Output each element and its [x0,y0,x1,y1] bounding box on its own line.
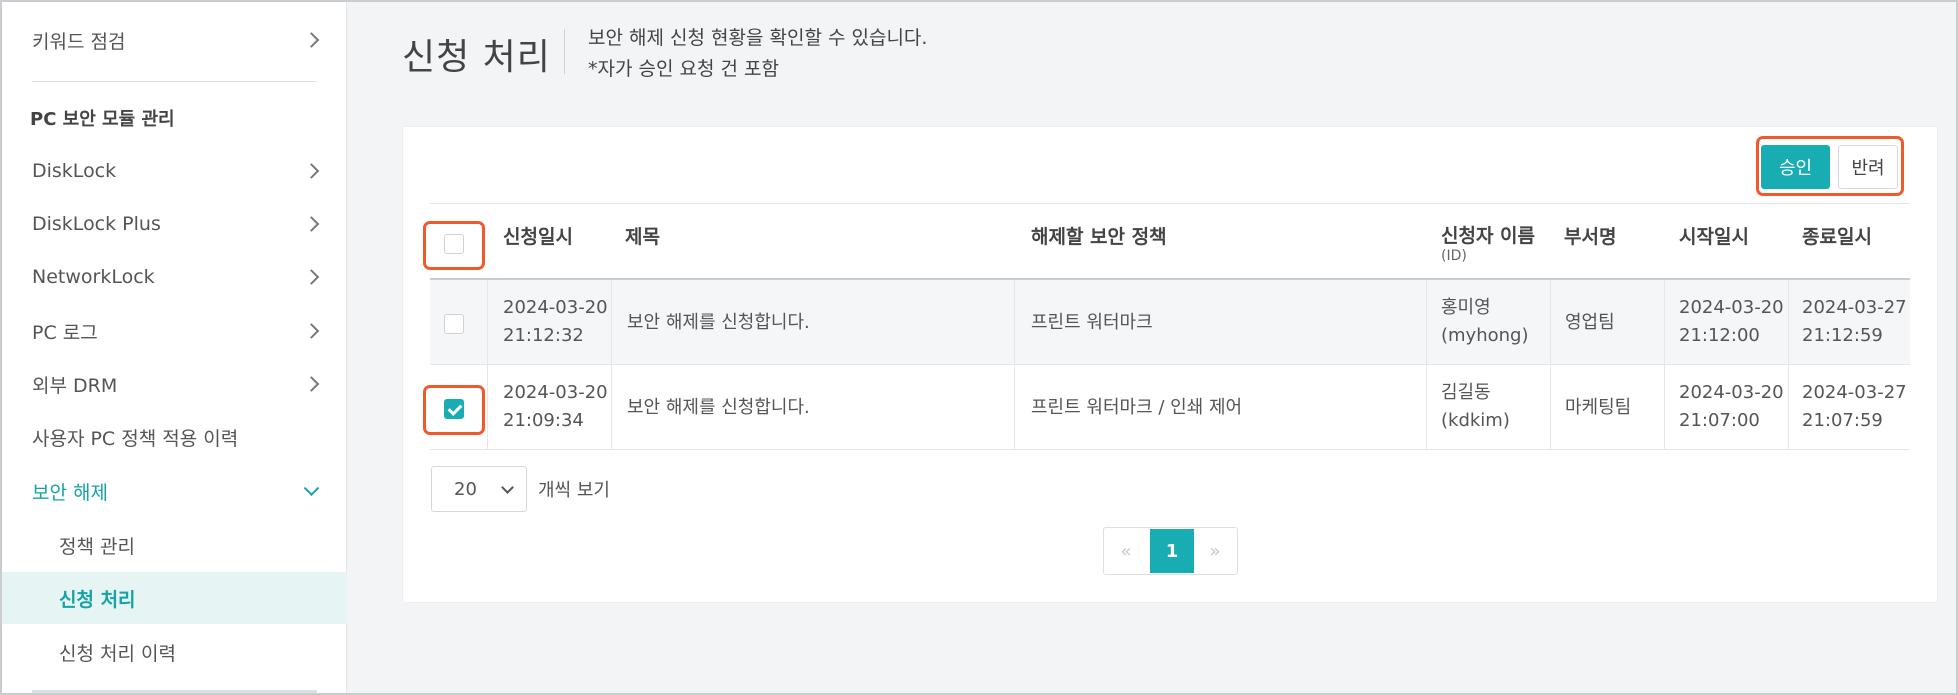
page-size-label: 개씩 보기 [538,480,610,501]
chevron-right-icon [303,269,320,285]
column-header-request-date[interactable]: 신청일시 [503,222,573,249]
chevron-right-icon [303,216,320,232]
row-applicant: 김길동 (kdkim) [1441,379,1510,435]
row-policy: 프린트 워터마크 / 인쇄 제어 [1031,397,1243,418]
column-header-end[interactable]: 종료일시 [1802,222,1872,249]
column-divider [611,280,612,450]
row-applicant-name: 홍미영 [1441,297,1491,318]
column-divider [1014,280,1015,450]
sidebar-item-label: 보안 해제 [32,481,108,504]
row-start-datetime: 2024-03-20 21:07:00 [1679,379,1784,435]
row-request-time: 21:12:32 [503,325,584,346]
sidebar-item-networklock[interactable]: NetworkLock [2,251,347,303]
page-size-select[interactable]: 20 [431,466,527,512]
sidebar-item-pc-log[interactable]: PC 로그 [2,305,347,357]
row-request-datetime: 2024-03-20 21:12:32 [503,294,608,350]
sidebar-item-label: PC 로그 [32,321,98,344]
sidebar: 키워드 점검 PC 보안 모듈 관리 DiskLock DiskLock Plu… [2,2,347,693]
chevron-down-icon [303,480,320,497]
sidebar-item-keyword-check[interactable]: 키워드 점검 [2,14,347,66]
sidebar-item-label: 외부 DRM [32,374,118,397]
column-header-title[interactable]: 제목 [625,222,660,249]
sidebar-item-label: 사용자 PC 정책 적용 이력 [32,427,239,450]
row-applicant-id: (myhong) [1441,325,1529,346]
column-divider [1426,280,1427,450]
row-end-date: 2024-03-27 [1802,382,1907,403]
row-checkbox[interactable] [444,314,464,334]
pagination-page-button[interactable]: 1 [1150,529,1194,573]
row-start-time: 21:12:00 [1679,325,1760,346]
column-header-policy[interactable]: 해제할 보안 정책 [1031,222,1167,249]
row-department: 마케팅팀 [1565,397,1632,418]
column-divider [1788,280,1789,450]
sidebar-item-security-release[interactable]: 보안 해제 [2,465,347,517]
row-end-time: 21:07:59 [1802,410,1883,431]
title-divider [564,29,565,74]
row-end-datetime: 2024-03-27 21:07:59 [1802,379,1907,435]
sidebar-item-label: 정책 관리 [59,535,135,558]
row-request-datetime: 2024-03-20 21:09:34 [503,379,608,435]
row-end-date: 2024-03-27 [1802,297,1907,318]
page-size-value: 20 [454,478,477,500]
page-description: 보안 해제 신청 현황을 확인할 수 있습니다. *자가 승인 요청 건 포함 [588,23,927,85]
column-divider [487,280,488,450]
row-end-time: 21:12:59 [1802,325,1883,346]
approve-button[interactable]: 승인 [1761,145,1830,189]
row-applicant-name: 김길동 [1441,382,1491,403]
pagination-next-button[interactable]: » [1193,528,1237,574]
chevron-right-icon [303,323,320,339]
pagination-prev-button[interactable]: « [1104,528,1148,574]
sidebar-item-label: 신청 처리 [59,588,136,611]
row-start-time: 21:07:00 [1679,410,1760,431]
row-start-date: 2024-03-20 [1679,382,1784,403]
sidebar-subitem-policy-management[interactable]: 정책 관리 [2,519,347,571]
row-title[interactable]: 보안 해제를 신청합니다. [627,309,810,337]
column-divider [1550,280,1551,450]
reject-button[interactable]: 반려 [1838,145,1898,189]
sidebar-scroll-edge [32,690,317,693]
page-description-line: 보안 해제 신청 현황을 확인할 수 있습니다. [588,27,928,49]
page-description-note: *자가 승인 요청 건 포함 [588,58,779,80]
column-header-start[interactable]: 시작일시 [1679,222,1749,249]
chevron-right-icon [303,376,320,392]
sidebar-item-external-drm[interactable]: 외부 DRM [2,358,347,410]
row-checkbox[interactable] [444,399,464,419]
sidebar-item-label: DiskLock [32,160,117,182]
sidebar-item-label: NetworkLock [32,266,155,288]
sidebar-subitem-request-processing[interactable]: 신청 처리 [2,572,347,624]
row-start-datetime: 2024-03-20 21:12:00 [1679,294,1784,350]
row-title[interactable]: 보안 해제를 신청합니다. [627,394,810,422]
row-policy: 프린트 워터마크 [1031,312,1153,333]
sidebar-item-label: DiskLock Plus [32,213,161,235]
card-divider [430,203,1910,204]
sidebar-divider [32,81,317,82]
row-start-date: 2024-03-20 [1679,297,1784,318]
sidebar-item-policy-history[interactable]: 사용자 PC 정책 적용 이력 [2,411,347,463]
column-header-applicant-id: (ID) [1441,248,1467,264]
sidebar-item-label: 신청 처리 이력 [59,642,176,665]
select-all-checkbox[interactable] [444,234,464,254]
row-end-datetime: 2024-03-27 21:12:59 [1802,294,1907,350]
chevron-right-icon [303,32,320,48]
column-header-applicant[interactable]: 신청자 이름 [1441,221,1535,248]
chevron-right-icon [303,163,320,179]
chevron-down-icon [501,481,514,494]
page-title: 신청 처리 [402,37,551,78]
column-header-department[interactable]: 부서명 [1564,222,1616,249]
sidebar-subitem-request-history[interactable]: 신청 처리 이력 [2,626,347,678]
sidebar-item-disklock[interactable]: DiskLock [2,145,347,197]
sidebar-item-label: 키워드 점검 [32,30,126,53]
column-divider [1664,280,1665,450]
row-request-date: 2024-03-20 [503,382,608,403]
sidebar-section-title: PC 보안 모듈 관리 [30,109,175,130]
sidebar-item-disklock-plus[interactable]: DiskLock Plus [2,198,347,250]
row-applicant: 홍미영 (myhong) [1441,294,1529,350]
pagination: « 1 » [1103,527,1238,575]
row-request-time: 21:09:34 [503,410,584,431]
row-applicant-id: (kdkim) [1441,410,1510,431]
row-request-date: 2024-03-20 [503,297,608,318]
row-department: 영업팀 [1565,312,1615,333]
